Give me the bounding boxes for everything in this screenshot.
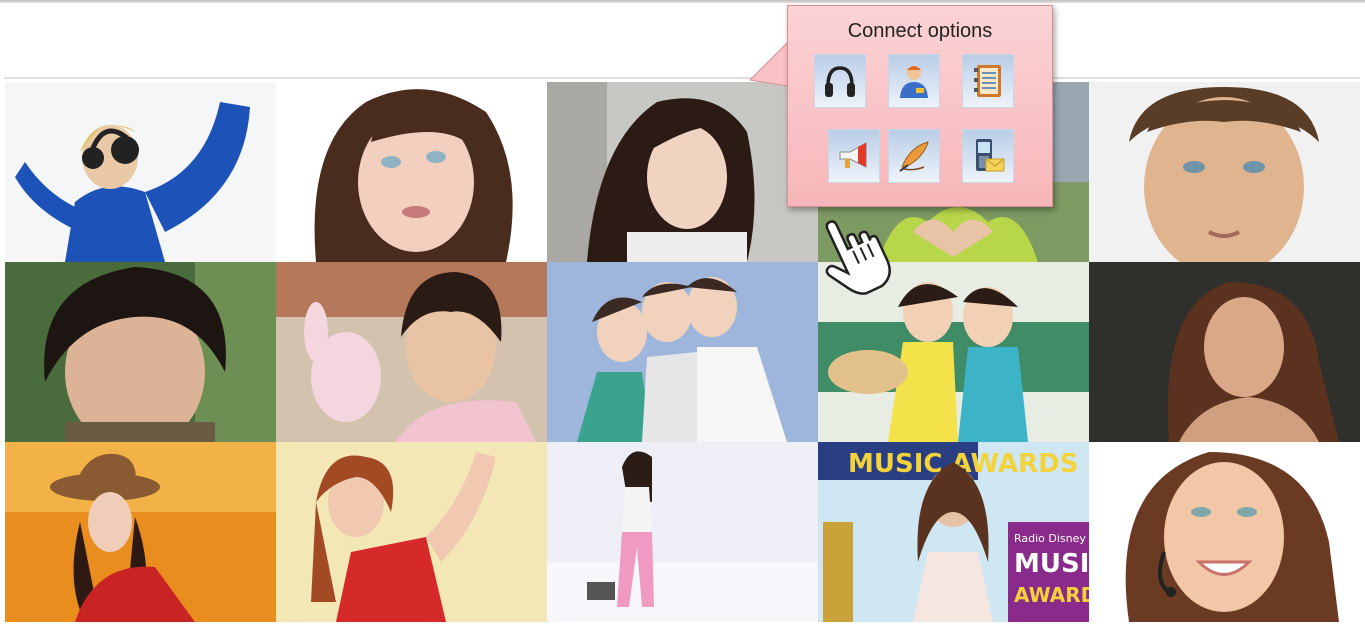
top-border [0,0,1365,3]
photo-tile-14[interactable]: MUSIC AWARDS Radio Disney MUSIC AWARDS [818,442,1089,622]
connect-options-title: Connect options [847,20,993,42]
photo-man-portrait [1089,82,1360,262]
address-book-icon [974,65,1001,97]
callout-pointer [750,42,790,87]
quill-pen-icon [899,141,929,172]
photo-woman-walking [547,442,818,622]
music-badge-text: MUSIC [1014,549,1089,579]
photo-tile-12[interactable] [276,442,547,622]
photo-woman-red-top [276,442,547,622]
photo-woman-headphones [5,82,276,262]
address-book-option-button[interactable] [962,54,1014,108]
photo-woman-music-awards: MUSIC AWARDS Radio Disney MUSIC AWARDS [818,442,1089,622]
mobile-mail-option-button[interactable] [962,129,1014,183]
photo-woman-in-hat [5,442,276,622]
photo-man-dark-hair [5,262,276,442]
photo-tile-3[interactable] [547,82,818,262]
contact-person-icon [900,66,928,98]
megaphone-icon [839,142,867,168]
megaphone-option-button[interactable] [828,129,880,183]
photo-grid: MUSIC AWARDS Radio Disney MUSIC AWARDS [5,82,1360,622]
photo-woman-long-hair [1089,262,1360,442]
photo-tile-8[interactable] [547,262,818,442]
photo-tile-15[interactable] [1089,442,1360,622]
photo-tile-1[interactable] [5,82,276,262]
photo-tile-5[interactable] [1089,82,1360,262]
photo-tile-10[interactable] [1089,262,1360,442]
photo-tile-11[interactable] [5,442,276,622]
connect-options-popup: Connect options [787,5,1053,207]
photo-tile-2[interactable] [276,82,547,262]
photo-tile-6[interactable] [5,262,276,442]
photo-tile-13[interactable] [547,442,818,622]
photo-tile-7[interactable] [276,262,547,442]
photo-gallery-page: MUSIC AWARDS Radio Disney MUSIC AWARDS [0,0,1365,626]
mobile-mail-icon [976,139,1005,172]
header-divider [4,77,1360,79]
photo-smiling-woman-headset [1089,442,1360,622]
photo-woman-dark-hair [547,82,818,262]
awards-badge-text: AWARDS [1014,583,1089,607]
hand-cursor-icon [825,220,891,295]
headphones-option-button[interactable] [814,54,866,108]
photo-man-holding-toy [276,262,547,442]
quill-option-button[interactable] [888,129,940,183]
radio-disney-badge: Radio Disney [1014,532,1086,545]
photo-woman-looking-up [276,82,547,262]
photo-three-girls [547,262,818,442]
headphones-icon [825,66,855,97]
contact-option-button[interactable] [888,54,940,108]
